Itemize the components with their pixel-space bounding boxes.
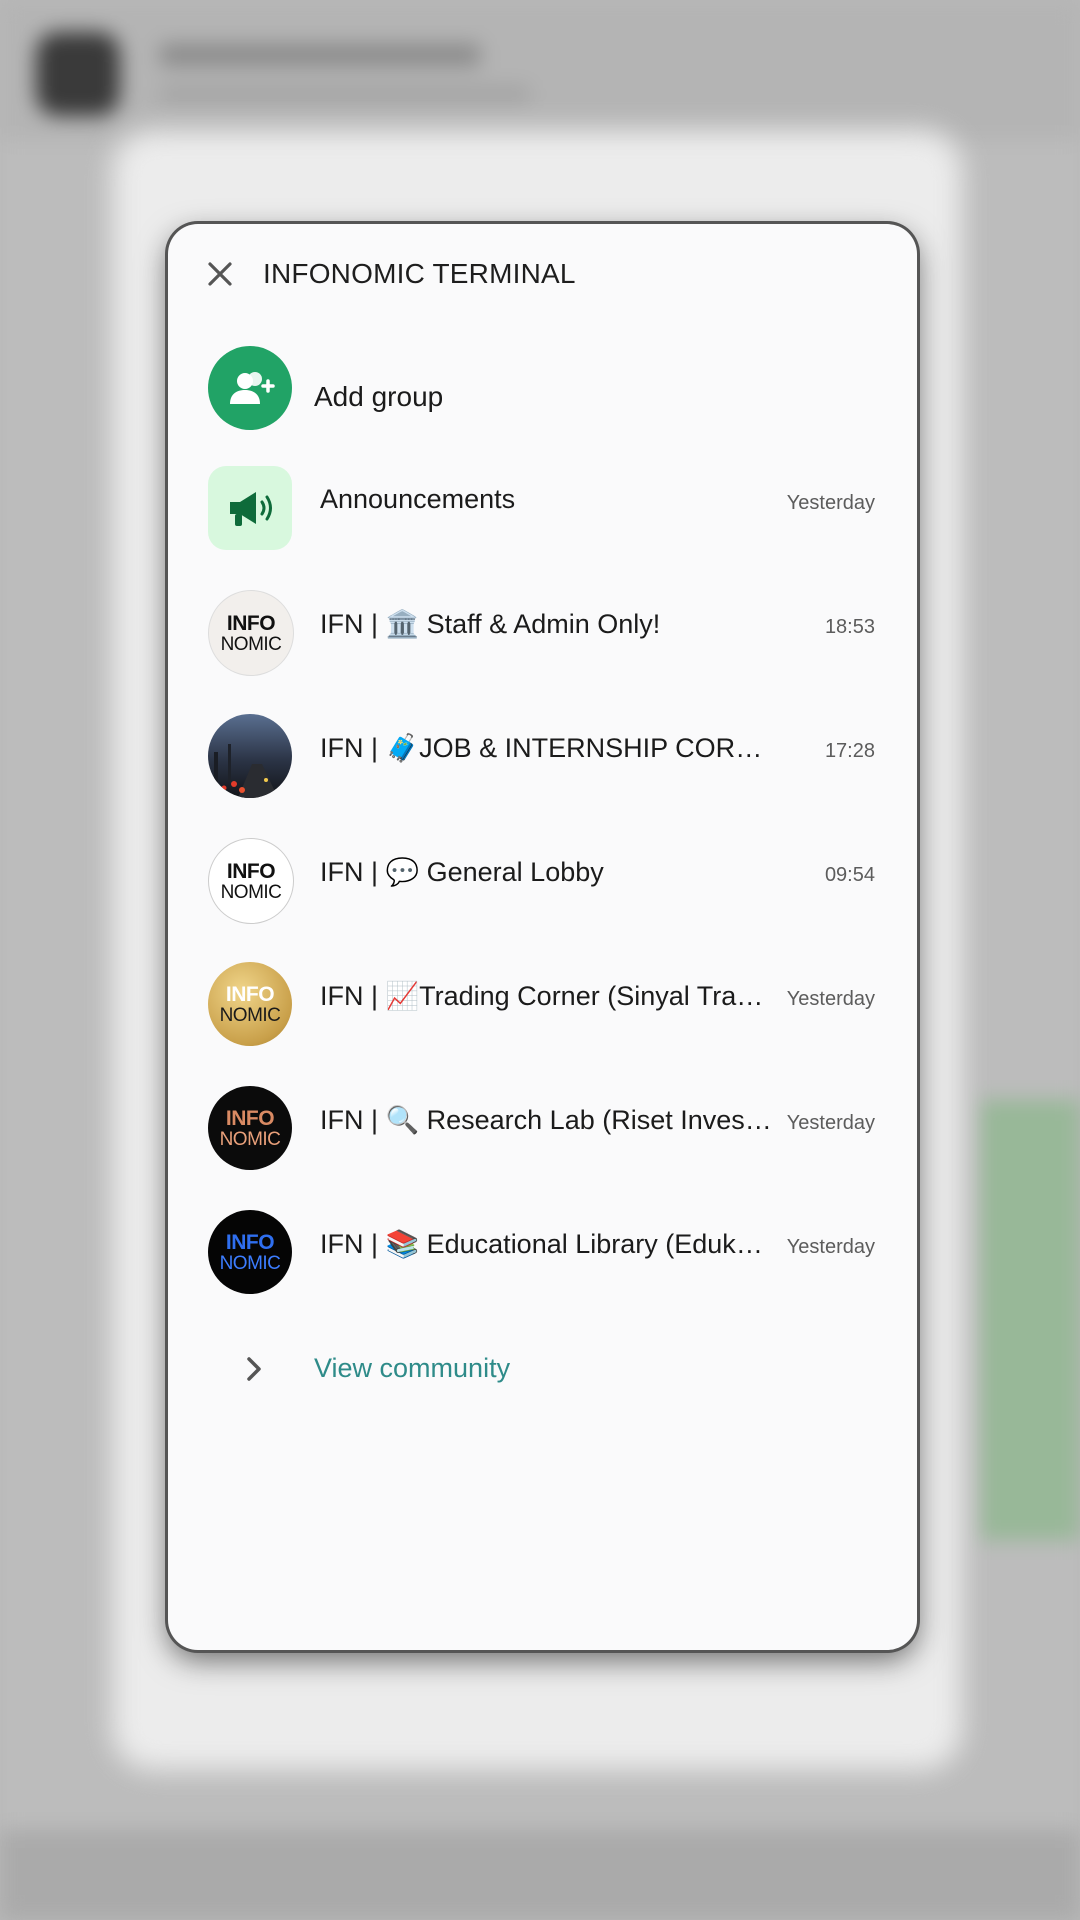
- logo-line2: NOMIC: [220, 633, 282, 655]
- group-name: IFN | 💬 General Lobby: [320, 857, 604, 887]
- group-row-educational-library[interactable]: INFO NOMIC IFN | 📚 Educational Library (…: [168, 1208, 917, 1318]
- infonomic-logo-blue: INFO NOMIC: [208, 1210, 292, 1294]
- group-time: Yesterday: [786, 492, 875, 514]
- logo-line2: NOMIC: [219, 1128, 281, 1150]
- announcements-avatar: [208, 466, 292, 550]
- panel-title: INFONOMIC TERMINAL: [263, 258, 576, 289]
- logo-line1: INFO: [226, 859, 276, 883]
- group-row-job-internship[interactable]: IFN | 🧳JOB & INTERNSHIP CORNER 17:28: [168, 712, 917, 822]
- add-group-avatar: [208, 346, 292, 430]
- group-name: IFN | 📈Trading Corner (Sinyal Tradi…: [320, 981, 775, 1011]
- city-photo: [208, 714, 292, 798]
- group-row-trading-corner[interactable]: INFO NOMIC IFN | 📈Trading Corner (Sinyal…: [168, 960, 917, 1070]
- logo-line2: NOMIC: [219, 1004, 281, 1026]
- infonomic-logo-gold: INFO NOMIC: [208, 962, 292, 1046]
- infonomic-logo: INFO NOMIC: [209, 591, 293, 675]
- infonomic-logo: INFO NOMIC: [209, 839, 293, 923]
- group-name: IFN | 🧳JOB & INTERNSHIP CORNER: [320, 733, 775, 763]
- logo-line1: INFO: [225, 1106, 275, 1130]
- group-name: Announcements: [320, 484, 516, 514]
- group-time: 17:28: [824, 740, 875, 762]
- panel-header: INFONOMIC TERMINAL: [168, 224, 917, 324]
- chevron-right-icon: [247, 1357, 261, 1381]
- megaphone-icon: [230, 492, 272, 526]
- view-community-label: View community: [314, 1353, 511, 1383]
- educational-library-avatar: INFO NOMIC: [208, 1210, 292, 1294]
- group-time: 18:53: [824, 616, 875, 638]
- group-row-research-lab[interactable]: INFO NOMIC IFN | 🔍 Research Lab (Riset I…: [168, 1084, 917, 1194]
- background-chat-bubble: [980, 1100, 1080, 1540]
- group-time: 09:54: [824, 864, 875, 886]
- background-subtitle: [160, 86, 530, 102]
- background-avatar: [36, 32, 120, 116]
- job-internship-avatar: [208, 714, 292, 798]
- group-name: IFN | 📚 Educational Library (Eduka…: [320, 1229, 775, 1259]
- staff-admin-avatar: INFO NOMIC: [208, 590, 294, 676]
- close-button[interactable]: [204, 258, 236, 290]
- logo-line2: NOMIC: [220, 881, 282, 903]
- research-lab-avatar: INFO NOMIC: [208, 1086, 292, 1170]
- view-community-button[interactable]: View community: [168, 1329, 917, 1409]
- screen: INFONOMIC TERMINAL Add group Announcemen…: [0, 0, 1080, 1920]
- background-input-bar: [0, 1830, 1080, 1920]
- infonomic-logo-black: INFO NOMIC: [208, 1086, 292, 1170]
- group-row-general-lobby[interactable]: INFO NOMIC IFN | 💬 General Lobby 09:54: [168, 836, 917, 946]
- background-header: [0, 0, 1080, 140]
- add-group-button[interactable]: Add group: [168, 344, 917, 454]
- group-time: Yesterday: [786, 1112, 875, 1134]
- add-group-icon: [230, 372, 275, 404]
- general-lobby-avatar: INFO NOMIC: [208, 838, 294, 924]
- trading-corner-avatar: INFO NOMIC: [208, 962, 292, 1046]
- group-name: IFN | 🏛️ Staff & Admin Only!: [320, 609, 661, 639]
- logo-line1: INFO: [225, 982, 275, 1006]
- group-row-staff-admin[interactable]: INFO NOMIC IFN | 🏛️ Staff & Admin Only! …: [168, 588, 917, 698]
- logo-line2: NOMIC: [219, 1252, 281, 1274]
- background-title: [160, 44, 480, 66]
- logo-line1: INFO: [225, 1230, 275, 1254]
- group-time: Yesterday: [786, 988, 875, 1010]
- group-time: Yesterday: [786, 1236, 875, 1258]
- group-name: IFN | 🔍 Research Lab (Riset Invest…: [320, 1105, 775, 1135]
- close-icon: [208, 262, 232, 286]
- add-group-label: Add group: [314, 381, 444, 412]
- logo-line1: INFO: [226, 611, 276, 635]
- group-row-announcements[interactable]: Announcements Yesterday: [168, 464, 917, 574]
- community-panel: INFONOMIC TERMINAL Add group Announcemen…: [168, 224, 917, 1650]
